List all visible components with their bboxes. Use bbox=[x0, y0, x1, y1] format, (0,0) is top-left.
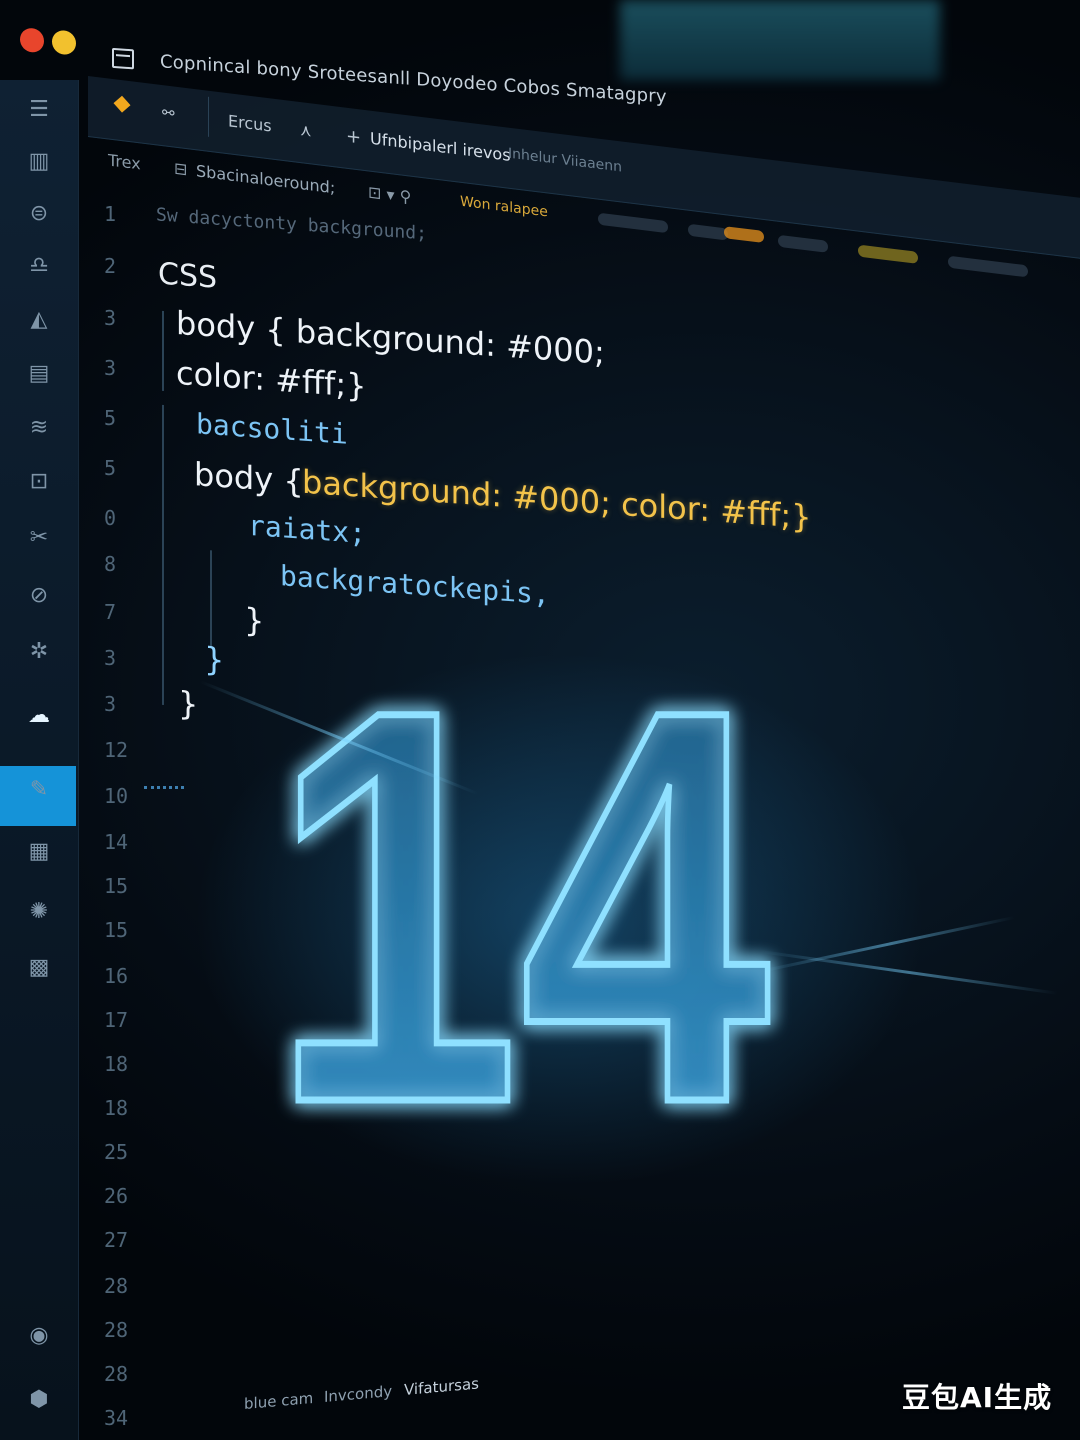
run-icon[interactable]: ◭ bbox=[26, 308, 52, 332]
edit-icon[interactable]: ✎ bbox=[26, 778, 52, 802]
code-brace: } bbox=[204, 639, 225, 680]
code-line-background: backgratockepis, bbox=[280, 559, 550, 611]
tab-inhelur[interactable]: Inhelur Viiaaenn bbox=[508, 146, 622, 176]
line-number: 10 bbox=[104, 784, 129, 808]
indent-guide bbox=[210, 550, 212, 647]
extensions-icon[interactable]: ▤ bbox=[26, 362, 52, 386]
status-item[interactable]: Invcondy bbox=[324, 1382, 392, 1406]
minimize-window-button[interactable] bbox=[52, 29, 76, 56]
tools-icon[interactable]: ✂ bbox=[26, 526, 52, 550]
code-line-value: raiatx; bbox=[248, 508, 367, 551]
tab-close-icon[interactable]: ⋏ bbox=[300, 120, 312, 140]
tab-divider bbox=[208, 96, 209, 137]
code-comment: Sw dacyctonty background; bbox=[156, 204, 427, 245]
watermark: 豆包AI生成 bbox=[902, 1381, 1053, 1414]
status-item[interactable]: blue cam bbox=[244, 1389, 313, 1413]
debug-icon[interactable]: ✺ bbox=[26, 900, 52, 924]
package-icon[interactable]: ▦ bbox=[26, 840, 52, 864]
line-number: 26 bbox=[104, 1184, 129, 1208]
line-number: 3 bbox=[104, 306, 117, 330]
line-number: 7 bbox=[104, 600, 117, 624]
hero-number-svg: 14 bbox=[267, 590, 777, 1223]
app-icon bbox=[112, 47, 134, 70]
line-number: 18 bbox=[104, 1096, 129, 1120]
line-number: 28 bbox=[104, 1318, 129, 1342]
file-type-icon bbox=[113, 95, 131, 113]
line-number: 2 bbox=[104, 254, 117, 278]
settings-icon[interactable]: ✲ bbox=[26, 640, 52, 664]
tab-ercus[interactable]: Ercus bbox=[228, 111, 272, 135]
layers-icon[interactable]: ≋ bbox=[26, 416, 52, 440]
search-icon[interactable]: ⊜ bbox=[26, 202, 52, 226]
menu-icon[interactable]: ☰ bbox=[26, 98, 52, 122]
line-number: 27 bbox=[104, 1228, 129, 1252]
code-brace: } bbox=[244, 600, 265, 640]
code-line-selector: body { bbox=[194, 455, 304, 501]
breadcrumb-file[interactable]: Sbacinaloeround; bbox=[196, 161, 335, 197]
outline-icon[interactable]: ⊡ ▾ ⚲ bbox=[368, 182, 411, 206]
line-number: 12 bbox=[104, 738, 129, 762]
line-number: 25 bbox=[104, 1140, 129, 1164]
gear-icon[interactable]: ⬢ bbox=[26, 1388, 52, 1412]
status-bar: blue cam Invcondy Vifatursas bbox=[210, 1336, 810, 1428]
line-number-gutter: 1 2 3 3 5 5 0 8 7 3 3 12 10 14 15 15 16 … bbox=[88, 180, 148, 1440]
code-language-label: CSS bbox=[158, 256, 218, 296]
code-line-color: color: #fff;} bbox=[176, 353, 367, 406]
activity-bar: ☰ ▥ ⊜ ♎ ◭ ▤ ≋ ⊡ ✂ ⊘ ✲ ☁ ✎ ▦ ✺ ▩ ◉ ⬢ bbox=[0, 80, 79, 1440]
fold-marker bbox=[144, 786, 184, 789]
line-number: 8 bbox=[104, 552, 117, 576]
grid-icon[interactable]: ▩ bbox=[26, 956, 52, 980]
globe-icon[interactable]: ⊘ bbox=[26, 584, 52, 608]
line-number: 17 bbox=[104, 1008, 129, 1032]
cloud-icon[interactable]: ☁ bbox=[26, 704, 52, 728]
line-number: 3 bbox=[104, 356, 117, 380]
code-line-declaration: background: #000; color: #fff;} bbox=[302, 462, 812, 537]
line-number: 28 bbox=[104, 1274, 129, 1298]
line-number: 5 bbox=[104, 456, 117, 480]
indent-guide bbox=[162, 404, 164, 705]
line-number: 15 bbox=[104, 918, 129, 942]
terminal-icon[interactable]: ⊡ bbox=[26, 470, 52, 494]
line-number: 0 bbox=[104, 506, 117, 530]
hero-number-text: 14 bbox=[270, 640, 773, 1140]
close-window-button[interactable] bbox=[20, 27, 44, 54]
line-number: 18 bbox=[104, 1052, 129, 1076]
new-tab-icon[interactable]: + bbox=[346, 126, 361, 149]
line-number: 3 bbox=[104, 692, 117, 716]
line-number: 34 bbox=[104, 1406, 129, 1430]
code-brace: } bbox=[178, 683, 199, 724]
code-line-property: bacsoliti bbox=[196, 407, 348, 451]
explorer-icon[interactable]: ▥ bbox=[26, 150, 52, 174]
account-icon[interactable]: ◉ bbox=[26, 1324, 52, 1348]
indent-guide bbox=[162, 310, 164, 391]
line-number: 3 bbox=[104, 646, 117, 670]
screen: ☰ ▥ ⊜ ♎ ◭ ▤ ≋ ⊡ ✂ ⊘ ✲ ☁ ✎ ▦ ✺ ▩ ◉ ⬢ Copn… bbox=[0, 0, 1080, 1440]
line-number: 14 bbox=[104, 830, 129, 854]
tab-unbipaterl[interactable]: Ufnbipalerl irevos bbox=[370, 129, 511, 165]
line-number: 16 bbox=[104, 964, 129, 988]
line-number: 28 bbox=[104, 1362, 129, 1386]
line-number: 1 bbox=[104, 202, 117, 226]
light-ray bbox=[759, 950, 1058, 995]
split-icon[interactable]: ⚯ bbox=[162, 103, 175, 123]
file-icon: ⊟ bbox=[174, 158, 188, 180]
line-number: 15 bbox=[104, 874, 129, 898]
source-control-icon[interactable]: ♎ bbox=[26, 254, 52, 278]
hero-number: 14 bbox=[199, 590, 1058, 1223]
status-item[interactable]: Vifatursas bbox=[404, 1374, 479, 1399]
line-number: 5 bbox=[104, 406, 117, 430]
breadcrumb-root[interactable]: Trex bbox=[108, 150, 141, 173]
